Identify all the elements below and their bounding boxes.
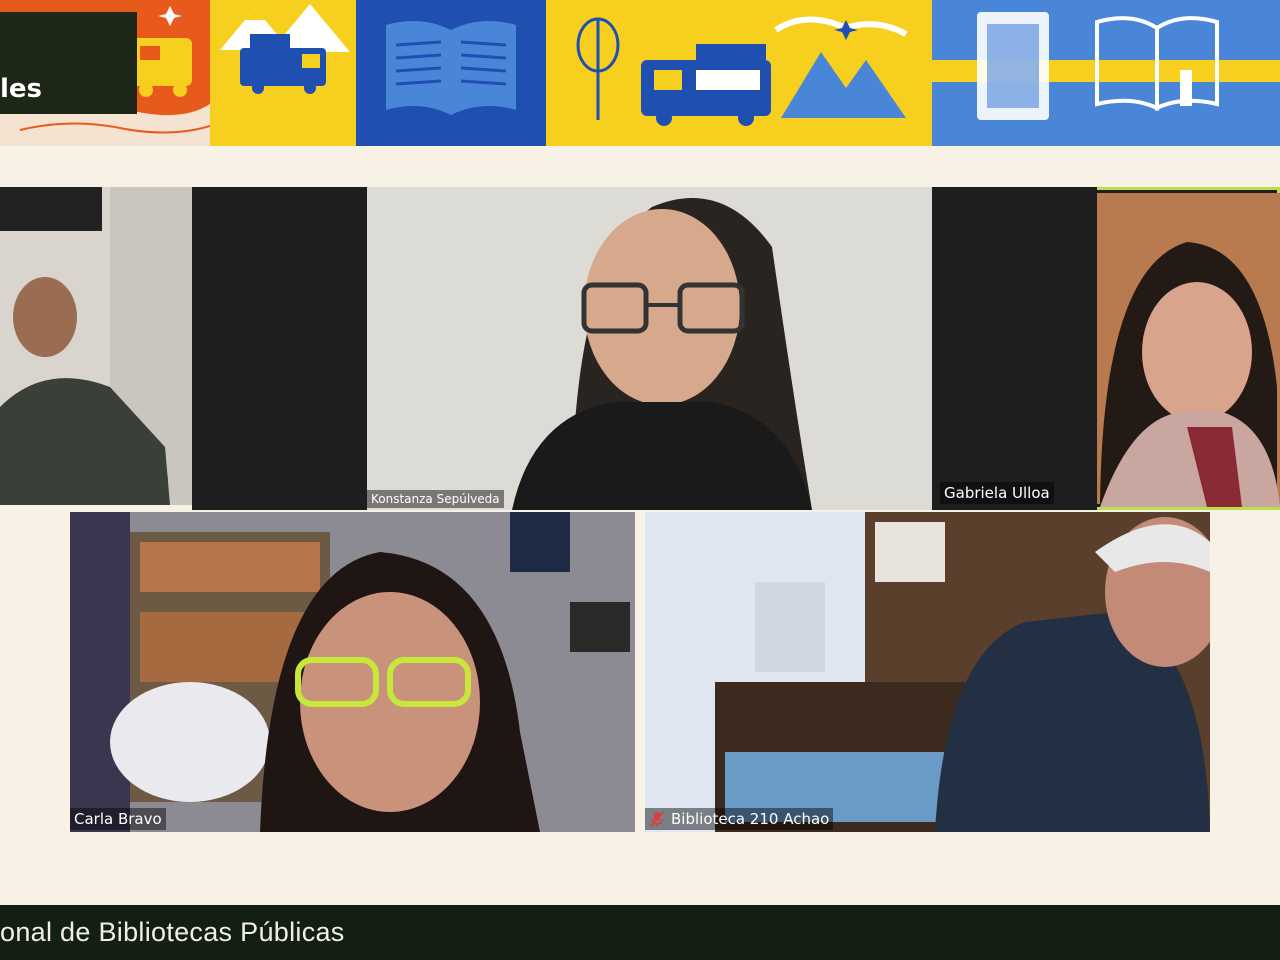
banner-panel-landscape [546, 0, 932, 146]
landscape-illustration [576, 16, 908, 126]
video-tile-participant-4[interactable]: Carla Bravo [70, 512, 635, 832]
banner-panel-mountains-van [210, 0, 356, 146]
participant-2-name: Konstanza Sepúlveda [367, 490, 504, 508]
video-tile-participant-3[interactable]: Gabriela Ulloa [932, 187, 1280, 510]
video-tile-participant-1[interactable] [0, 187, 192, 505]
participant-4-video [70, 512, 635, 832]
banner-title-box: les [0, 12, 137, 114]
participant-5-video [645, 512, 1210, 832]
participant-3-name: Gabriela Ulloa [940, 482, 1054, 504]
open-book-icon [386, 21, 516, 115]
participant-1-video [0, 187, 192, 505]
banner-panel-books [932, 0, 1280, 146]
banner-panel-book [356, 0, 546, 146]
footer-bar: onal de Bibliotecas Públicas [0, 905, 1280, 960]
muted-mic-icon [650, 811, 664, 827]
participant-4-name: Carla Bravo [70, 808, 166, 830]
participant-2-video [192, 187, 932, 510]
footer-text: onal de Bibliotecas Públicas [0, 917, 345, 947]
banner-title: les [0, 74, 43, 104]
participant-3-video [932, 187, 1280, 510]
books-illustration [932, 12, 1280, 120]
participant-5-name-tag: Biblioteca 210 Achao [645, 808, 834, 830]
participant-5-name: Biblioteca 210 Achao [671, 810, 830, 828]
video-tile-participant-2[interactable]: Konstanza Sepúlveda [192, 187, 932, 510]
bookmobile-icon [220, 4, 350, 94]
header-banner: les [0, 0, 1280, 146]
video-tile-participant-5[interactable]: Biblioteca 210 Achao [645, 512, 1210, 832]
